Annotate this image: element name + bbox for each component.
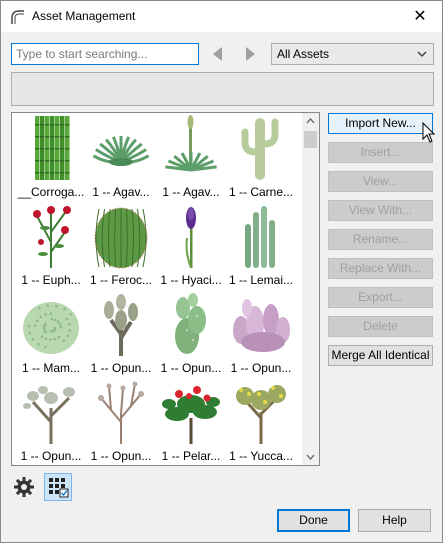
asset-label: 1 -- Euph... [21, 273, 81, 287]
back-arrow-icon[interactable] [208, 44, 228, 64]
euphorbia-icon [33, 206, 71, 268]
rename-button[interactable]: Rename... [328, 229, 433, 250]
asset-label: 1 -- Opun... [230, 361, 292, 375]
forward-arrow-icon[interactable] [240, 44, 260, 64]
asset-management-window: Asset Management ✕ All Assets __Corroga.… [0, 0, 443, 543]
asset-tile[interactable]: 1 -- Feroc... [85, 202, 157, 289]
asset-tile[interactable]: 1 -- Opun... [85, 290, 157, 377]
asset-tile[interactable]: 1 -- Opun... [85, 378, 157, 465]
hyacinth-icon [185, 207, 196, 269]
asset-label: 1 -- Feroc... [89, 273, 152, 287]
asset-filter-value: All Assets [277, 47, 330, 61]
asset-label: 1 -- Hyaci... [160, 273, 222, 287]
asset-label: 1 -- Carne... [228, 185, 294, 199]
scroll-up-icon[interactable] [302, 113, 319, 130]
insert-button[interactable]: Insert... [328, 142, 433, 163]
asset-tile[interactable]: 1 -- Pelar... [155, 378, 227, 465]
asset-info-bar [11, 72, 434, 106]
help-button[interactable]: Help [358, 509, 431, 532]
asset-tile[interactable]: 1 -- Yucca... [225, 378, 297, 465]
asset-label: __Corroga... [17, 185, 85, 199]
scrollbar-thumb[interactable] [304, 131, 317, 148]
opuntia-tree-icon [23, 386, 75, 444]
asset-label: 1 -- Opun... [90, 361, 152, 375]
gear-icon[interactable] [13, 476, 35, 498]
bamboo-fence-icon [35, 116, 70, 180]
asset-tile[interactable]: __Corroga... [15, 114, 87, 201]
search-input[interactable] [11, 43, 199, 65]
asset-filter-select[interactable]: All Assets [271, 43, 434, 65]
ferocactus-icon [94, 207, 148, 269]
agave-icon [92, 136, 150, 166]
app-arch-icon [11, 10, 24, 24]
opuntia-icon [104, 294, 138, 356]
vertical-scrollbar[interactable] [302, 113, 319, 465]
scroll-down-icon[interactable] [302, 448, 319, 465]
window-title: Asset Management [32, 9, 136, 23]
lemaireocereus-icon [245, 206, 275, 268]
asset-tile[interactable]: 1 -- Lemai... [225, 202, 297, 289]
chevron-down-icon [417, 51, 427, 57]
asset-tile[interactable]: 1 -- Agav... [155, 114, 227, 201]
export-button[interactable]: Export... [328, 287, 433, 308]
asset-tile[interactable]: 1 -- Opun... [15, 378, 87, 465]
asset-label: 1 -- Pelar... [161, 449, 221, 463]
mammillaria-icon [23, 302, 79, 354]
import-new-button[interactable]: Import New... [328, 113, 433, 134]
agave-flowering-icon [165, 115, 217, 172]
done-button[interactable]: Done [277, 509, 350, 532]
opuntia-pad-icon [175, 293, 206, 354]
view-button[interactable]: View... [328, 171, 433, 192]
asset-tile[interactable]: 1 -- Hyaci... [155, 202, 227, 289]
pelargonium-icon [162, 386, 220, 444]
asset-label: 1 -- Lemai... [228, 273, 294, 287]
grid-view-icon [49, 478, 69, 498]
asset-tile[interactable]: 1 -- Carne... [225, 114, 297, 201]
mouse-cursor-icon [422, 122, 436, 143]
asset-label: 1 -- Opun... [20, 449, 82, 463]
asset-label: 1 -- Opun... [90, 449, 152, 463]
asset-label: 1 -- Yucca... [229, 449, 293, 463]
asset-tile[interactable]: 1 -- Agav... [85, 114, 157, 201]
asset-tile[interactable]: 1 -- Mam... [15, 290, 87, 377]
thumbnail-view-toggle[interactable] [44, 473, 72, 501]
asset-tile[interactable]: 1 -- Euph... [15, 202, 87, 289]
asset-label: 1 -- Agav... [162, 185, 220, 199]
asset-tile[interactable]: 1 -- Opun... [155, 290, 227, 377]
carnegiea-cactus-icon [241, 118, 279, 180]
asset-tile[interactable]: 1 -- Opun... [225, 290, 297, 377]
asset-label: 1 -- Agav... [92, 185, 150, 199]
merge-all-identical-button[interactable]: Merge All Identical [328, 345, 433, 366]
asset-label: 1 -- Opun... [160, 361, 222, 375]
asset-library-panel[interactable]: __Corroga... 1 -- Agav... 1 -- Agav... 1 --… [11, 112, 320, 466]
replace-with-button[interactable]: Replace With... [328, 258, 433, 279]
close-button[interactable]: ✕ [398, 1, 442, 32]
delete-button[interactable]: Delete [328, 316, 433, 337]
yucca-tree-icon [236, 385, 286, 444]
title-bar: Asset Management ✕ [1, 1, 442, 32]
opuntia-purple-icon [233, 299, 290, 352]
asset-label: 1 -- Mam... [21, 361, 80, 375]
view-with-button[interactable]: View With... [328, 200, 433, 221]
opuntia-branch-icon [98, 381, 144, 444]
